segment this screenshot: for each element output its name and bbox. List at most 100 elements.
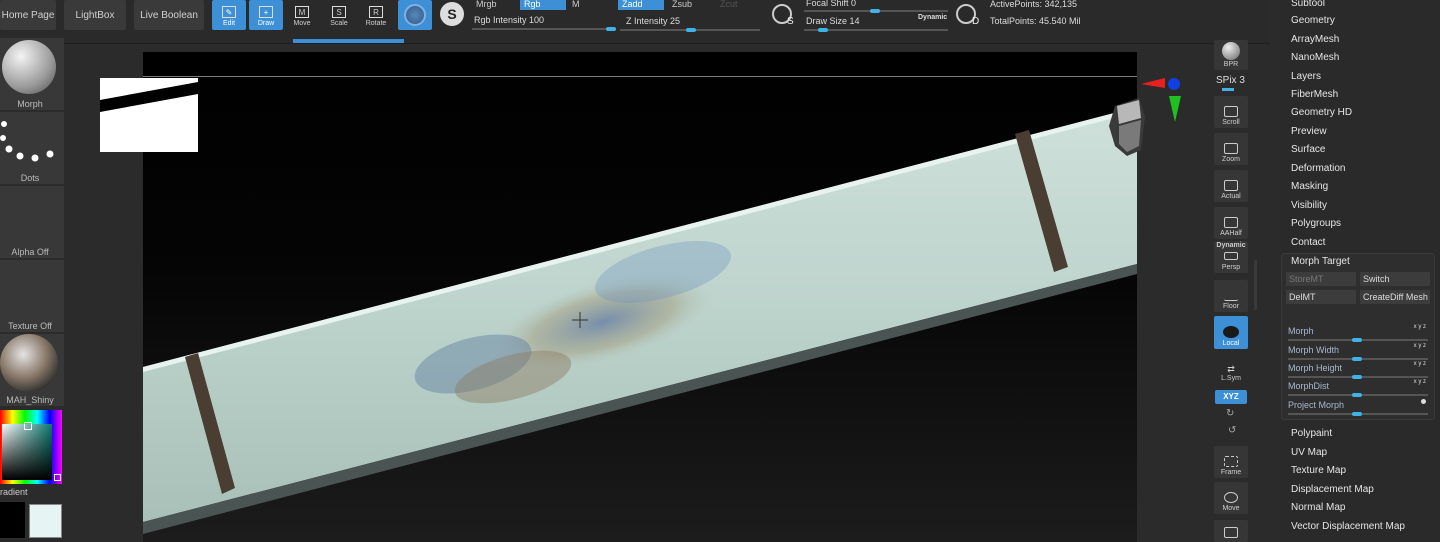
palette-item-surface[interactable]: Surface bbox=[1291, 144, 1325, 155]
frame-label: Frame bbox=[1220, 469, 1242, 476]
frame-icon bbox=[1224, 456, 1238, 467]
morph-height-knob[interactable] bbox=[1352, 375, 1362, 379]
palette-item-displacement-map[interactable]: Displacement Map bbox=[1291, 484, 1374, 495]
morph-dist-xyz[interactable]: x y z bbox=[1414, 379, 1426, 385]
move-view-button[interactable]: Move bbox=[1214, 482, 1248, 514]
edit-button[interactable]: ✎ Edit bbox=[212, 0, 246, 30]
material-slot[interactable]: MAH_Shiny bbox=[0, 334, 64, 406]
palette-item-vector-displacement-map[interactable]: Vector Displacement Map bbox=[1291, 521, 1405, 532]
switch-button[interactable]: Switch bbox=[1360, 272, 1430, 286]
rotate-button[interactable]: R Rotate bbox=[359, 0, 393, 30]
project-morph-knob[interactable] bbox=[1352, 412, 1362, 416]
mrgb-toggle[interactable]: Mrgb bbox=[472, 0, 497, 10]
morph-width-knob[interactable] bbox=[1352, 357, 1362, 361]
brush-button[interactable] bbox=[398, 0, 432, 30]
m-toggle[interactable]: M bbox=[568, 0, 580, 10]
palette-item-texture-map[interactable]: Texture Map bbox=[1291, 465, 1346, 476]
move-button[interactable]: M Move bbox=[285, 0, 319, 30]
live-boolean-button[interactable]: Live Boolean bbox=[134, 0, 204, 30]
actual-button[interactable]: Actual bbox=[1214, 170, 1248, 202]
stroke-icon[interactable]: S bbox=[440, 2, 464, 26]
palette-item-layers[interactable]: Layers bbox=[1291, 71, 1321, 82]
rgb-toggle[interactable]: Rgb bbox=[520, 0, 566, 10]
morph-target-title[interactable]: Morph Target bbox=[1291, 256, 1350, 267]
palette-item-geometry-hd[interactable]: Geometry HD bbox=[1291, 107, 1352, 118]
scale-button[interactable]: S Scale bbox=[322, 0, 356, 30]
spix-slider[interactable] bbox=[1222, 88, 1234, 91]
zadd-toggle[interactable]: Zadd bbox=[618, 0, 664, 10]
secondary-color-swatch[interactable] bbox=[29, 504, 62, 538]
palette-item-fibermesh[interactable]: FiberMesh bbox=[1291, 89, 1338, 100]
z-intensity-knob[interactable] bbox=[686, 28, 696, 32]
palette-item-polypaint[interactable]: Polypaint bbox=[1291, 428, 1332, 439]
zoom-button[interactable]: Zoom bbox=[1214, 133, 1248, 165]
home-page-button[interactable]: Home Page bbox=[0, 0, 56, 30]
palette-item-masking[interactable]: Masking bbox=[1291, 181, 1328, 192]
rotate-z-icon[interactable]: ↺ bbox=[1228, 425, 1236, 436]
s-label: S bbox=[787, 16, 794, 27]
persp-button[interactable]: Dynamic Persp bbox=[1214, 241, 1248, 273]
color-sv-square[interactable] bbox=[2, 424, 52, 480]
color-picker[interactable] bbox=[0, 410, 62, 484]
stroke-slot[interactable]: Dots bbox=[0, 112, 64, 184]
palette-item-nanomesh[interactable]: NanoMesh bbox=[1291, 52, 1339, 63]
scroll-button[interactable]: Scroll bbox=[1214, 96, 1248, 128]
aahalf-button[interactable]: AAHalf bbox=[1214, 207, 1248, 239]
palette-item-normal-map[interactable]: Normal Map bbox=[1291, 502, 1345, 513]
alpha-slot[interactable]: Alpha Off bbox=[0, 186, 64, 258]
color-cursor-icon bbox=[24, 422, 32, 430]
rotate-y-icon[interactable]: ↻ bbox=[1226, 408, 1234, 419]
palette-item-preview[interactable]: Preview bbox=[1291, 126, 1327, 137]
palette-item-contact[interactable]: Contact bbox=[1291, 237, 1325, 248]
spotlight-s-button[interactable]: S bbox=[772, 4, 796, 28]
draw-button[interactable]: + Draw bbox=[249, 0, 283, 30]
zcut-toggle[interactable]: Zcut bbox=[716, 0, 738, 10]
mesh-render[interactable] bbox=[143, 52, 1137, 542]
palette-item-geometry[interactable]: Geometry bbox=[1291, 15, 1335, 26]
spix-label[interactable]: SPix 3 bbox=[1216, 75, 1245, 86]
morph-knob[interactable] bbox=[1352, 338, 1362, 342]
navigator-thumbnail[interactable] bbox=[100, 78, 198, 152]
draw-size-label: Draw Size 14 bbox=[806, 16, 860, 26]
lsym-button[interactable]: ⇄ L.Sym bbox=[1214, 358, 1248, 384]
palette-item-arraymesh[interactable]: ArrayMesh bbox=[1291, 34, 1339, 45]
morph-width-xyz[interactable]: x y z bbox=[1414, 343, 1426, 349]
brush-slot[interactable]: Morph bbox=[0, 38, 64, 110]
palette-item-subtool[interactable]: Subtool bbox=[1291, 0, 1325, 9]
project-morph-dot-icon[interactable] bbox=[1421, 399, 1426, 404]
morph-brush-icon bbox=[2, 40, 56, 94]
shelf-scrollbar[interactable] bbox=[1254, 260, 1257, 310]
rgb-intensity-slider[interactable] bbox=[472, 28, 616, 30]
canvas-viewport[interactable] bbox=[143, 52, 1137, 542]
floor-button[interactable]: Floor bbox=[1214, 280, 1248, 312]
xyz-button[interactable]: XYZ bbox=[1215, 390, 1247, 404]
axis-gizmo[interactable] bbox=[1105, 76, 1185, 158]
morph-xyz[interactable]: x y z bbox=[1414, 324, 1426, 330]
local-button[interactable]: Local bbox=[1214, 316, 1248, 349]
rgb-intensity-knob[interactable] bbox=[606, 27, 616, 31]
palette-item-uv-map[interactable]: UV Map bbox=[1291, 447, 1327, 458]
scale-icon: S bbox=[332, 6, 346, 18]
palette-item-polygroups[interactable]: Polygroups bbox=[1291, 218, 1341, 229]
lightbox-button[interactable]: LightBox bbox=[64, 0, 126, 30]
persp-grid-icon bbox=[1224, 251, 1238, 260]
draw-size-knob[interactable] bbox=[818, 28, 828, 32]
del-mt-button[interactable]: DelMT bbox=[1286, 290, 1356, 304]
morph-height-xyz[interactable]: x y z bbox=[1414, 361, 1426, 367]
material-name: MAH_Shiny bbox=[6, 395, 54, 405]
texture-slot[interactable]: Texture Off bbox=[0, 260, 64, 332]
palette-item-deformation[interactable]: Deformation bbox=[1291, 163, 1345, 174]
zsub-toggle[interactable]: Zsub bbox=[668, 0, 692, 10]
create-diff-mesh-button[interactable]: CreateDiff Mesh bbox=[1360, 290, 1430, 304]
palette-item-visibility[interactable]: Visibility bbox=[1291, 200, 1327, 211]
morph-dist-knob[interactable] bbox=[1352, 393, 1362, 397]
spotlight-d-button[interactable]: D bbox=[956, 4, 982, 28]
move-view-label: Move bbox=[1222, 505, 1240, 512]
store-mt-button[interactable]: StoreMT bbox=[1286, 272, 1356, 286]
dynamic-toggle[interactable]: Dynamic bbox=[918, 14, 947, 21]
bpr-button[interactable]: BPR bbox=[1214, 40, 1248, 70]
main-color-swatch[interactable] bbox=[0, 502, 25, 538]
frame-button[interactable]: Frame bbox=[1214, 446, 1248, 478]
focal-shift-knob[interactable] bbox=[870, 9, 880, 13]
rotate-view-button[interactable] bbox=[1214, 520, 1248, 542]
